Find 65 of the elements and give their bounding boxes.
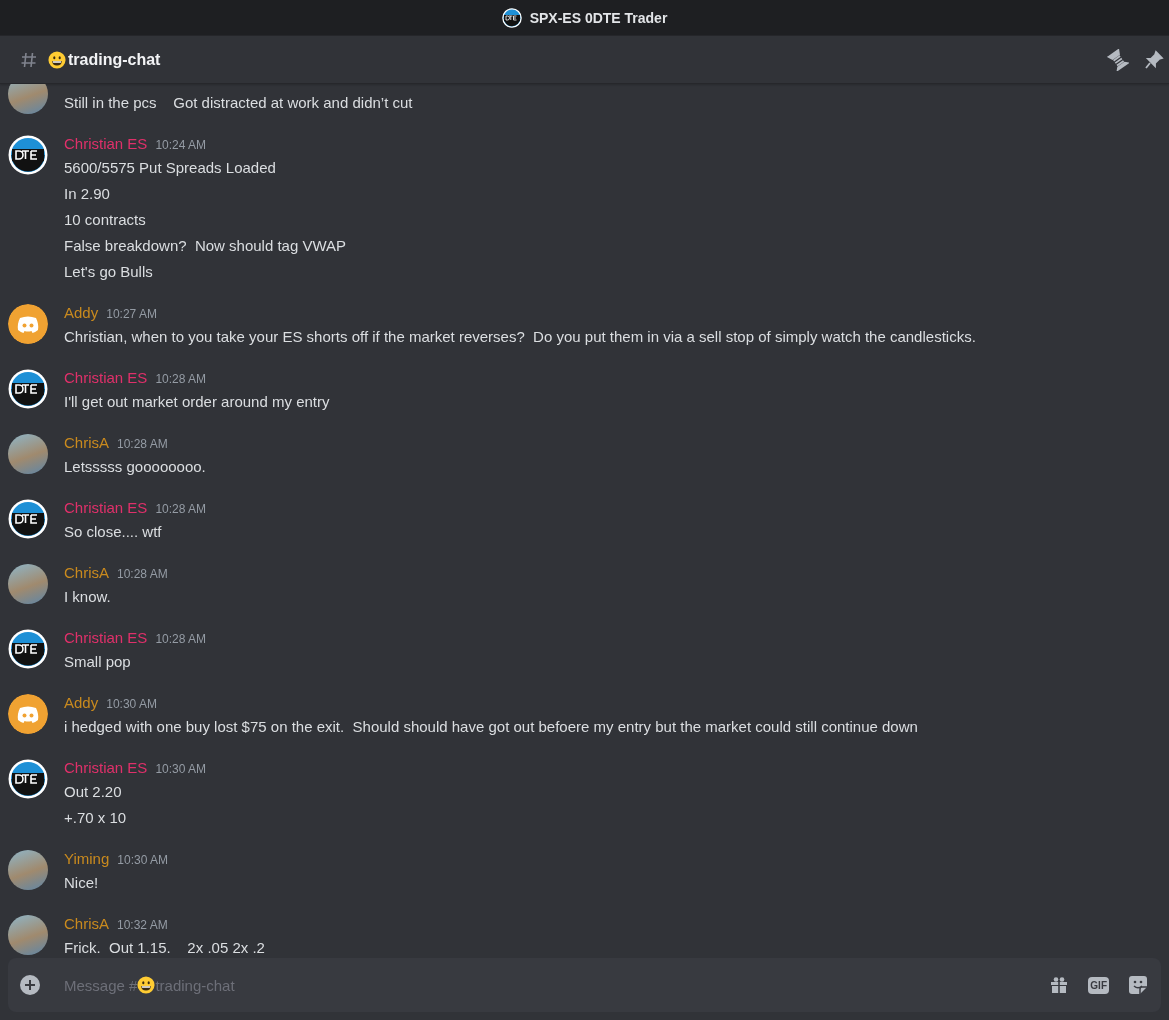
threads-icon[interactable] <box>1107 48 1129 71</box>
message-text: In 2.90 <box>64 184 111 204</box>
timestamp: 10:24 AM <box>155 137 207 154</box>
controller-avatar <box>8 304 48 344</box>
message-text: Small pop <box>64 652 132 672</box>
sticker-icon[interactable] <box>1127 974 1149 996</box>
message-text: Nice! <box>64 873 100 893</box>
logo-avatar <box>8 135 48 175</box>
photo-placeholder <box>8 850 48 890</box>
author-name[interactable]: ChrisA <box>64 913 109 935</box>
message-text: 5600/5575 Put Spreads Loaded <box>64 158 277 178</box>
timestamp: 10:30 AM <box>117 852 168 869</box>
placeholder-text: Message # <box>64 976 138 994</box>
gif-button[interactable]: GIF <box>1088 976 1109 994</box>
timestamp: 10:27 AM <box>106 306 157 323</box>
photo-placeholder <box>8 915 48 955</box>
message-text: Christian, when to you take your ES shorts off if the market reverses? Do you put them in via a sell stop of simply watch the candlesticks. <box>64 327 977 347</box>
logo-icon <box>501 7 522 28</box>
pin-icon[interactable] <box>1143 48 1165 71</box>
photo-placeholder <box>8 434 48 474</box>
author-name[interactable]: Christian ES <box>64 497 148 519</box>
timestamp: 10:28 AM <box>155 631 207 648</box>
add-icon[interactable] <box>18 973 42 997</box>
logo-avatar <box>8 629 48 669</box>
timestamp: 10:28 AM <box>117 566 168 583</box>
author-name[interactable]: Christian ES <box>64 627 148 649</box>
channel-name: trading-chat <box>68 50 161 69</box>
message-text: i hedged with one buy lost $75 on the exit. Should should have got out befoere my entry but the market could still continue down <box>64 717 919 737</box>
message-text: Letsssss goooooooo. <box>64 457 207 477</box>
author-name[interactable]: ChrisA <box>64 432 109 454</box>
timestamp: 10:30 AM <box>106 696 157 713</box>
grinning-face-icon <box>48 50 66 69</box>
photo-placeholder <box>8 84 48 114</box>
author-name[interactable]: Addy <box>64 302 99 324</box>
author-name[interactable]: Christian ES <box>64 367 148 389</box>
window-title: SPX-ES 0DTE Trader <box>529 9 668 26</box>
author-name[interactable]: Addy <box>64 692 99 714</box>
timestamp: 10:28 AM <box>117 436 168 453</box>
controller-avatar <box>8 694 48 734</box>
logo-avatar <box>8 759 48 799</box>
author-name[interactable]: Christian ES <box>64 757 148 779</box>
author-name[interactable]: Yiming <box>64 848 110 870</box>
message-text: +.70 x 10 <box>64 808 128 828</box>
message-text: I'll get out market order around my entry <box>64 392 331 412</box>
photo-placeholder <box>8 564 48 604</box>
timestamp: 10:30 AM <box>155 761 207 778</box>
message-text: False breakdown? Now should tag VWAP <box>64 236 348 256</box>
logo-avatar <box>8 369 48 409</box>
placeholder-text: trading-chat <box>155 976 235 994</box>
timestamp: 10:28 AM <box>155 371 207 388</box>
message-text: 10 contracts <box>64 210 147 230</box>
author-name[interactable]: ChrisA <box>64 562 109 584</box>
message-text: So close.... wtf <box>64 522 163 542</box>
message-text: Let's go Bulls <box>64 262 154 282</box>
timestamp: 10:28 AM <box>155 501 207 518</box>
message-text: Frick. Out 1.15. 2x .05 2x .2 <box>64 938 266 958</box>
hash-icon <box>20 50 38 69</box>
author-name[interactable]: Christian ES <box>64 133 148 155</box>
message-text: I know. <box>64 587 112 607</box>
message-text: Out 2.20 <box>64 782 123 802</box>
message-text: Still in the pcs Got distracted at work and didn’t cut <box>64 93 414 113</box>
logo-avatar <box>8 499 48 539</box>
message-input[interactable]: Message # trading-chat GIF <box>8 958 1161 1012</box>
grinning-face-icon <box>137 976 156 994</box>
timestamp: 10:32 AM <box>117 917 168 934</box>
